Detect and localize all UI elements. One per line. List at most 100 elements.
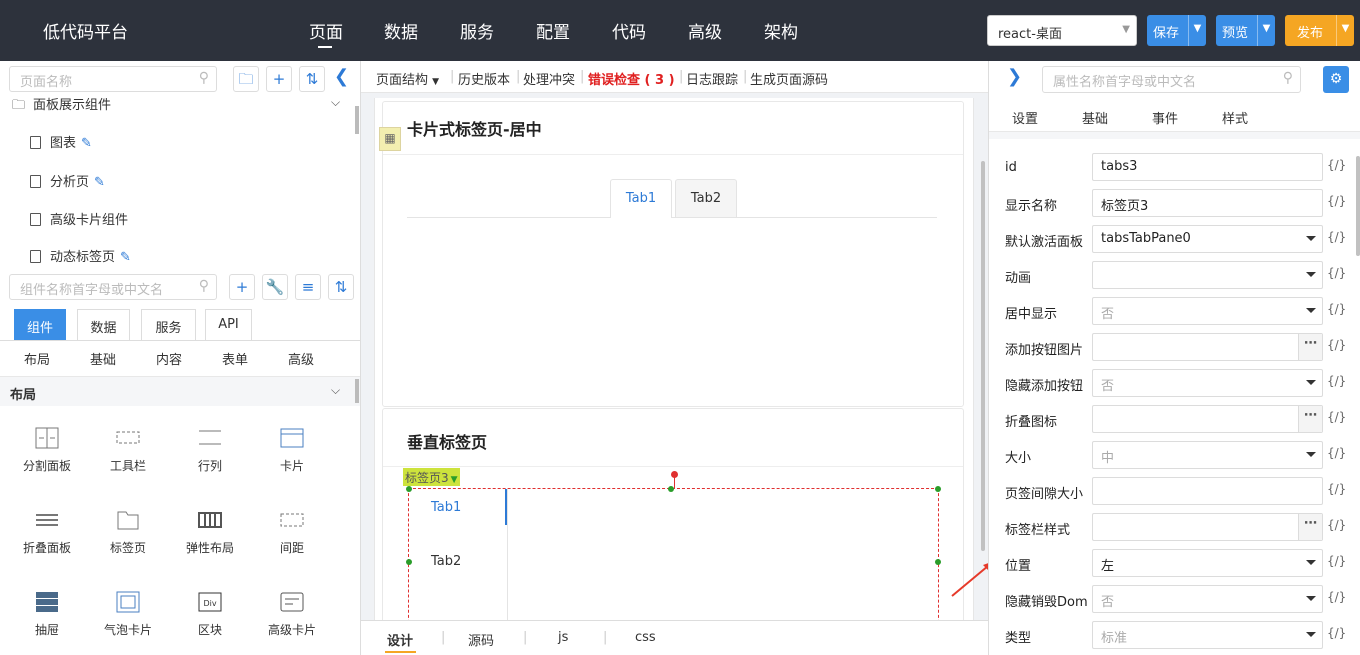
selected-component-outline[interactable]: Tab1 Tab2 bbox=[408, 488, 939, 629]
prop-collapse-icon-input[interactable]: ⋯ bbox=[1092, 405, 1323, 433]
rotate-handle[interactable] bbox=[671, 471, 678, 478]
error-check-link[interactable]: 错误检查 ( 3 ) bbox=[588, 69, 675, 88]
expression-icon[interactable]: {/} bbox=[1327, 194, 1346, 208]
component-space[interactable]: 间距 bbox=[260, 509, 324, 556]
tree-item-analysis[interactable]: 分析页 ✎ bbox=[30, 171, 105, 190]
tab-data[interactable]: 数据 bbox=[77, 309, 130, 341]
subtab-layout[interactable]: 布局 bbox=[24, 349, 50, 368]
publish-button[interactable]: 发布 ▼ bbox=[1285, 15, 1354, 46]
tab-settings[interactable]: 设置 bbox=[1012, 108, 1038, 127]
expression-icon[interactable]: {/} bbox=[1327, 590, 1346, 604]
nav-config[interactable]: 配置 bbox=[536, 18, 570, 43]
add-icon[interactable]: + bbox=[266, 66, 292, 92]
subtab-content[interactable]: 内容 bbox=[156, 349, 182, 368]
add-folder-icon[interactable]: 🗀 bbox=[233, 66, 259, 92]
tab-service[interactable]: 服务 bbox=[141, 309, 196, 341]
nav-code[interactable]: 代码 bbox=[612, 18, 646, 43]
expression-icon[interactable]: {/} bbox=[1327, 446, 1346, 460]
add-component-icon[interactable]: + bbox=[229, 274, 255, 300]
save-button[interactable]: 保存 ▼ bbox=[1147, 15, 1206, 46]
component-advanced-card[interactable]: 高级卡片 bbox=[260, 591, 324, 638]
canvas-scrollbar[interactable] bbox=[981, 161, 985, 551]
component-split-panel[interactable]: 分割面板 bbox=[15, 427, 79, 474]
preview-dropdown-icon[interactable]: ▼ bbox=[1257, 15, 1275, 46]
vertical-tab-1[interactable]: Tab1 bbox=[431, 500, 461, 515]
nav-page[interactable]: 页面 bbox=[309, 18, 343, 43]
vertical-tab-2[interactable]: Tab2 bbox=[431, 554, 461, 569]
tab-js[interactable]: js bbox=[558, 630, 568, 645]
tab-source[interactable]: 源码 bbox=[468, 630, 494, 649]
pencil-icon[interactable]: ✎ bbox=[81, 136, 92, 151]
resize-handle[interactable] bbox=[406, 486, 412, 492]
collapse-left-icon[interactable]: ❮ bbox=[334, 66, 349, 87]
tab-basic[interactable]: 基础 bbox=[1082, 108, 1108, 127]
wrench-icon[interactable]: 🔧 bbox=[262, 274, 288, 300]
nav-advanced[interactable]: 高级 bbox=[688, 18, 722, 43]
prop-id-input[interactable]: tabs3 bbox=[1092, 153, 1323, 181]
expression-icon[interactable]: {/} bbox=[1327, 482, 1346, 496]
page-structure-dropdown[interactable]: 页面结构 ▼ bbox=[376, 69, 439, 88]
prop-default-active-select[interactable]: tabsTabPane0 bbox=[1092, 225, 1323, 253]
tree-section-header[interactable]: 🗀 面板展示组件 bbox=[12, 94, 111, 118]
expression-icon[interactable]: {/} bbox=[1327, 518, 1346, 532]
generate-source-link[interactable]: 生成页面源码 bbox=[750, 69, 828, 88]
sort-icon[interactable]: ⇅ bbox=[299, 66, 325, 92]
group-scrollbar[interactable] bbox=[355, 379, 359, 403]
tab-css[interactable]: css bbox=[635, 630, 656, 645]
tab-2[interactable]: Tab2 bbox=[675, 179, 737, 217]
prop-destroy-inactive-select[interactable]: 否 bbox=[1092, 585, 1323, 613]
prop-add-button-image-input[interactable]: ⋯ bbox=[1092, 333, 1323, 361]
component-collapse-panel[interactable]: 折叠面板 bbox=[15, 509, 79, 556]
prop-size-select[interactable]: 中 bbox=[1092, 441, 1323, 469]
component-drawer[interactable]: 抽屉 bbox=[15, 591, 79, 638]
card-centered-tabs[interactable]: 卡片式标签页-居中 Tab1 Tab2 bbox=[382, 101, 964, 407]
expression-icon[interactable]: {/} bbox=[1327, 554, 1346, 568]
expression-icon[interactable]: {/} bbox=[1327, 302, 1346, 316]
component-row-col[interactable]: 行列 bbox=[178, 427, 242, 474]
expression-icon[interactable]: {/} bbox=[1327, 626, 1346, 640]
gear-icon[interactable]: ⚙ bbox=[1323, 66, 1349, 93]
expression-icon[interactable]: {/} bbox=[1327, 158, 1346, 172]
nav-data[interactable]: 数据 bbox=[384, 18, 418, 43]
property-search-input[interactable]: 属性名称首字母或中文名 ⚲ bbox=[1042, 66, 1301, 93]
tab-api[interactable]: API bbox=[205, 309, 252, 341]
prop-tab-bar-style-input[interactable]: ⋯ bbox=[1092, 513, 1323, 541]
expand-right-icon[interactable]: ❯ bbox=[1007, 66, 1022, 87]
component-tabs[interactable]: 标签页 bbox=[96, 509, 160, 556]
tab-styles[interactable]: 样式 bbox=[1222, 108, 1248, 127]
component-popover-card[interactable]: 气泡卡片 bbox=[96, 591, 160, 638]
prop-animation-select[interactable] bbox=[1092, 261, 1323, 289]
expression-icon[interactable]: {/} bbox=[1327, 410, 1346, 424]
pencil-icon[interactable]: ✎ bbox=[94, 175, 105, 190]
tab-design[interactable]: 设计 bbox=[387, 630, 413, 649]
resolve-conflict-link[interactable]: 处理冲突 bbox=[523, 69, 575, 88]
subtab-basic[interactable]: 基础 bbox=[90, 349, 116, 368]
log-trace-link[interactable]: 日志跟踪 bbox=[686, 69, 738, 88]
expression-icon[interactable]: {/} bbox=[1327, 338, 1346, 352]
tab-1[interactable]: Tab1 bbox=[610, 179, 672, 218]
selected-component-tag[interactable]: 标签页3 ▼ bbox=[403, 468, 460, 486]
component-toolbar[interactable]: 工具栏 bbox=[96, 427, 160, 474]
prop-hide-add-button-select[interactable]: 否 bbox=[1092, 369, 1323, 397]
nav-architecture[interactable]: 架构 bbox=[764, 18, 798, 43]
component-flex-layout[interactable]: 弹性布局 bbox=[178, 509, 242, 556]
history-version-link[interactable]: 历史版本 bbox=[458, 69, 510, 88]
prop-type-select[interactable]: 标准 bbox=[1092, 621, 1323, 649]
tab-components[interactable]: 组件 bbox=[14, 309, 66, 341]
component-card[interactable]: 卡片 bbox=[260, 427, 324, 474]
tab-events[interactable]: 事件 bbox=[1152, 108, 1178, 127]
chevron-down-icon[interactable]: ⌵ bbox=[331, 383, 340, 398]
subtab-form[interactable]: 表单 bbox=[222, 349, 248, 368]
pencil-icon[interactable]: ✎ bbox=[120, 250, 131, 265]
resize-handle[interactable] bbox=[406, 559, 412, 565]
tree-item-advanced-card[interactable]: 高级卡片组件 bbox=[30, 209, 128, 228]
sort-icon[interactable]: ⇅ bbox=[328, 274, 354, 300]
prop-tab-gap-input[interactable] bbox=[1092, 477, 1323, 505]
prop-display-name-input[interactable]: 标签页3 bbox=[1092, 189, 1323, 217]
component-search-input[interactable]: 组件名称首字母或中文名 ⚲ bbox=[9, 274, 217, 300]
more-icon[interactable]: ⋯ bbox=[1298, 334, 1322, 360]
more-icon[interactable]: ⋯ bbox=[1298, 406, 1322, 432]
expression-icon[interactable]: {/} bbox=[1327, 374, 1346, 388]
publish-dropdown-icon[interactable]: ▼ bbox=[1336, 15, 1354, 46]
resize-handle[interactable] bbox=[935, 486, 941, 492]
